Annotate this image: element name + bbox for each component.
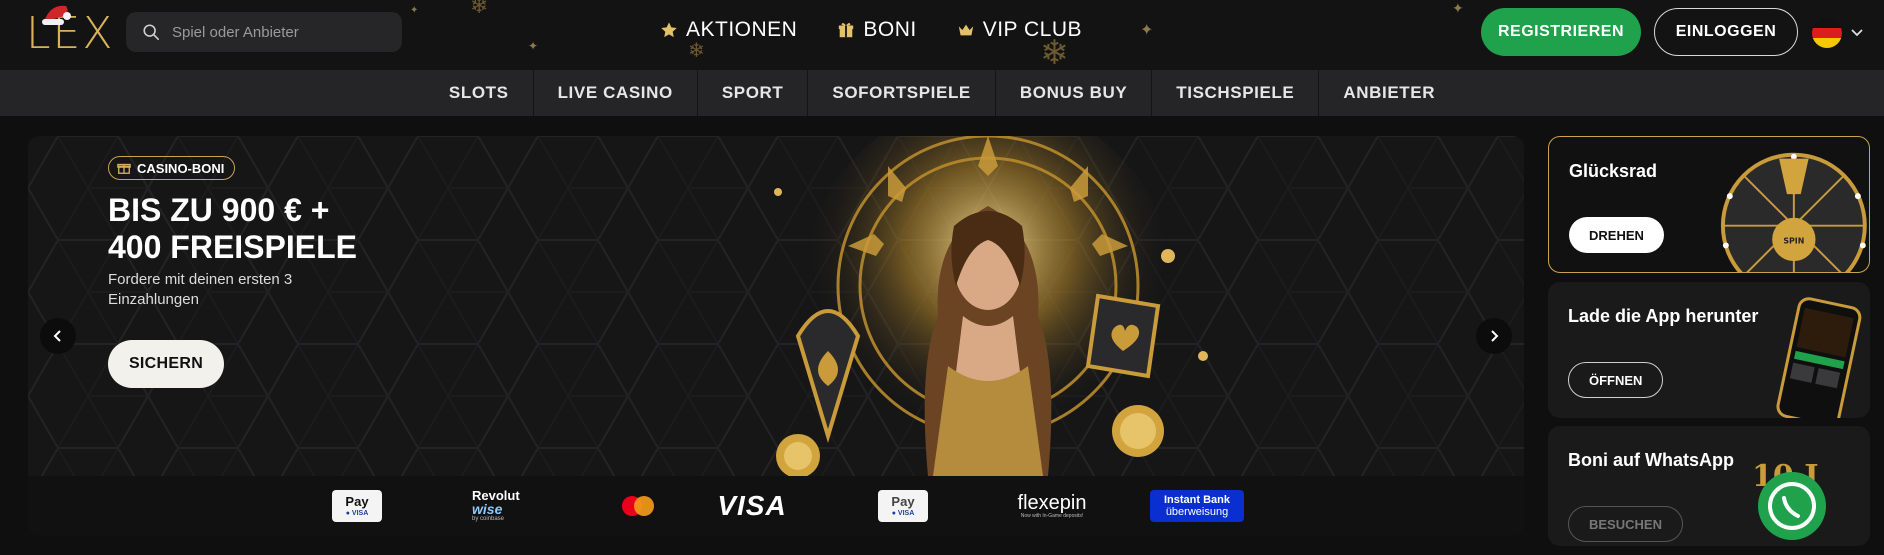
star-icon [661, 22, 677, 38]
search-box[interactable] [126, 12, 402, 52]
login-button[interactable]: EINLOGGEN [1654, 8, 1798, 56]
crown-icon [958, 24, 973, 36]
gift-icon [839, 23, 854, 38]
payment-methods-bar: Pay ● VISA Revolut wise by coinbase VISA… [28, 476, 1524, 536]
sparkle-icon: ✦ [410, 5, 419, 16]
search-input[interactable] [172, 23, 392, 41]
coinbase-note: by coinbase [472, 516, 505, 522]
site-logo[interactable]: LEX [26, 5, 116, 58]
nav-label: AKTIONEN [686, 18, 798, 41]
nav-aktionen[interactable]: AKTIONEN [660, 18, 797, 42]
nav-vip-club[interactable]: VIP CLUB [957, 18, 1082, 42]
sparkle-icon: ✦ [1452, 1, 1464, 17]
hero-title-line: BIS ZU 900 € + [108, 192, 330, 228]
hero-character-artwork [774, 136, 1208, 476]
visit-whatsapp-button[interactable]: BESUCHEN [1568, 506, 1683, 542]
nav-label: BONI [863, 18, 917, 41]
fortune-wheel-artwork: SPIN [1720, 152, 1867, 272]
hero-title: BIS ZU 900 € + 400 FREISPIELE [108, 192, 528, 266]
german-flag-icon [1812, 18, 1842, 48]
visa-text: VISA [717, 490, 787, 521]
casino-bonus-badge: CASINO-BONI [108, 156, 236, 180]
chevron-right-icon [1491, 330, 1499, 342]
snowflake-icon: ❄ [470, 0, 489, 19]
apple-pay-card-icons: ● VISA [345, 509, 369, 517]
sparkle-icon: ✦ [1140, 20, 1154, 39]
category-anbieter[interactable]: ANBIETER [1319, 70, 1459, 116]
wheel-of-fortune-card[interactable]: SPIN Glücksrad DREHEN [1548, 136, 1870, 273]
instant-bank-text: überweisung [1165, 506, 1229, 518]
google-pay-card-icons: ● VISA [891, 509, 915, 517]
download-app-card[interactable]: Lade die App herunter ÖFFNEN [1548, 282, 1870, 418]
spin-label: SPIN [1783, 236, 1804, 245]
hero-banner: CASINO-BONI BIS ZU 900 € + 400 FREISPIEL… [28, 136, 1524, 536]
visa-logo: VISA [716, 490, 788, 522]
category-tischspiele[interactable]: TISCHSPIELE [1152, 70, 1320, 116]
category-sofortspiele[interactable]: SOFORTSPIELE [808, 70, 996, 116]
register-button[interactable]: REGISTRIEREN [1481, 8, 1641, 56]
apple-pay-text: Pay [345, 493, 369, 509]
chevron-down-icon [1851, 29, 1863, 37]
instant-bank-text: Instant Bank [1163, 494, 1230, 506]
card-title: Boni auf WhatsApp [1568, 450, 1734, 470]
category-sport[interactable]: SPORT [698, 70, 809, 116]
apple-pay-logo: Pay ● VISA [332, 490, 382, 522]
card-title: Glücksrad [1569, 161, 1658, 181]
google-pay-logo: Pay ● VISA [878, 490, 928, 522]
claim-bonus-button[interactable]: SICHERN [108, 340, 224, 388]
language-selector[interactable] [1812, 18, 1864, 48]
category-bonus-buy[interactable]: BONUS BUY [996, 70, 1153, 116]
category-live-casino[interactable]: LIVE CASINO [534, 70, 698, 116]
category-slots[interactable]: SLOTS [425, 70, 534, 116]
flexepin-note: Now with In-Game deposits! [1020, 512, 1084, 519]
carousel-next-button[interactable] [1476, 318, 1512, 354]
card-title: Lade die App herunter [1568, 306, 1759, 326]
sparkle-icon: ✦ [528, 39, 539, 53]
whatsapp-bonus-card[interactable]: 10 J Boni auf WhatsApp BESUCHEN [1548, 426, 1870, 546]
chevron-left-icon [53, 330, 61, 342]
hero-title-line: 400 FREISPIELE [108, 229, 357, 265]
wise-text: wise [472, 501, 503, 517]
nav-boni[interactable]: BONI [837, 18, 916, 42]
hero-subtitle: Fordere mit deinen ersten 3 Einzahlungen [108, 271, 293, 308]
top-header: ❄ ❄ ❄ ✦ ✦ ✦ ✦ LEX AKTIONEN BONI VIP CLUB [0, 0, 1884, 70]
phone-app-artwork [1776, 297, 1862, 418]
snowflake-icon: ❄ [688, 38, 705, 62]
open-app-button[interactable]: ÖFFNEN [1568, 362, 1664, 398]
google-pay-text: Pay [891, 493, 915, 509]
revolut-wise-logo: Revolut wise by coinbase [472, 489, 562, 522]
whatsapp-artwork: 10 J [1752, 459, 1826, 540]
spin-wheel-button[interactable]: DREHEN [1569, 217, 1664, 253]
nav-label: VIP CLUB [982, 18, 1083, 41]
instant-bank-logo: Instant Bank überweisung [1150, 490, 1244, 522]
santa-hat-icon [42, 5, 71, 25]
flexepin-logo: flexepin Now with In-Game deposits! [1012, 490, 1092, 522]
main-nav: AKTIONEN BONI VIP CLUB [660, 18, 1122, 42]
search-icon [143, 24, 160, 41]
category-nav: SLOTS LIVE CASINO SPORT SOFORTSPIELE BON… [0, 70, 1884, 116]
flexepin-text: flexepin [1017, 491, 1087, 514]
badge-label: CASINO-BONI [137, 160, 225, 176]
mastercard-logo [618, 490, 658, 522]
carousel-prev-button[interactable] [40, 318, 76, 354]
gift-icon [117, 163, 131, 174]
